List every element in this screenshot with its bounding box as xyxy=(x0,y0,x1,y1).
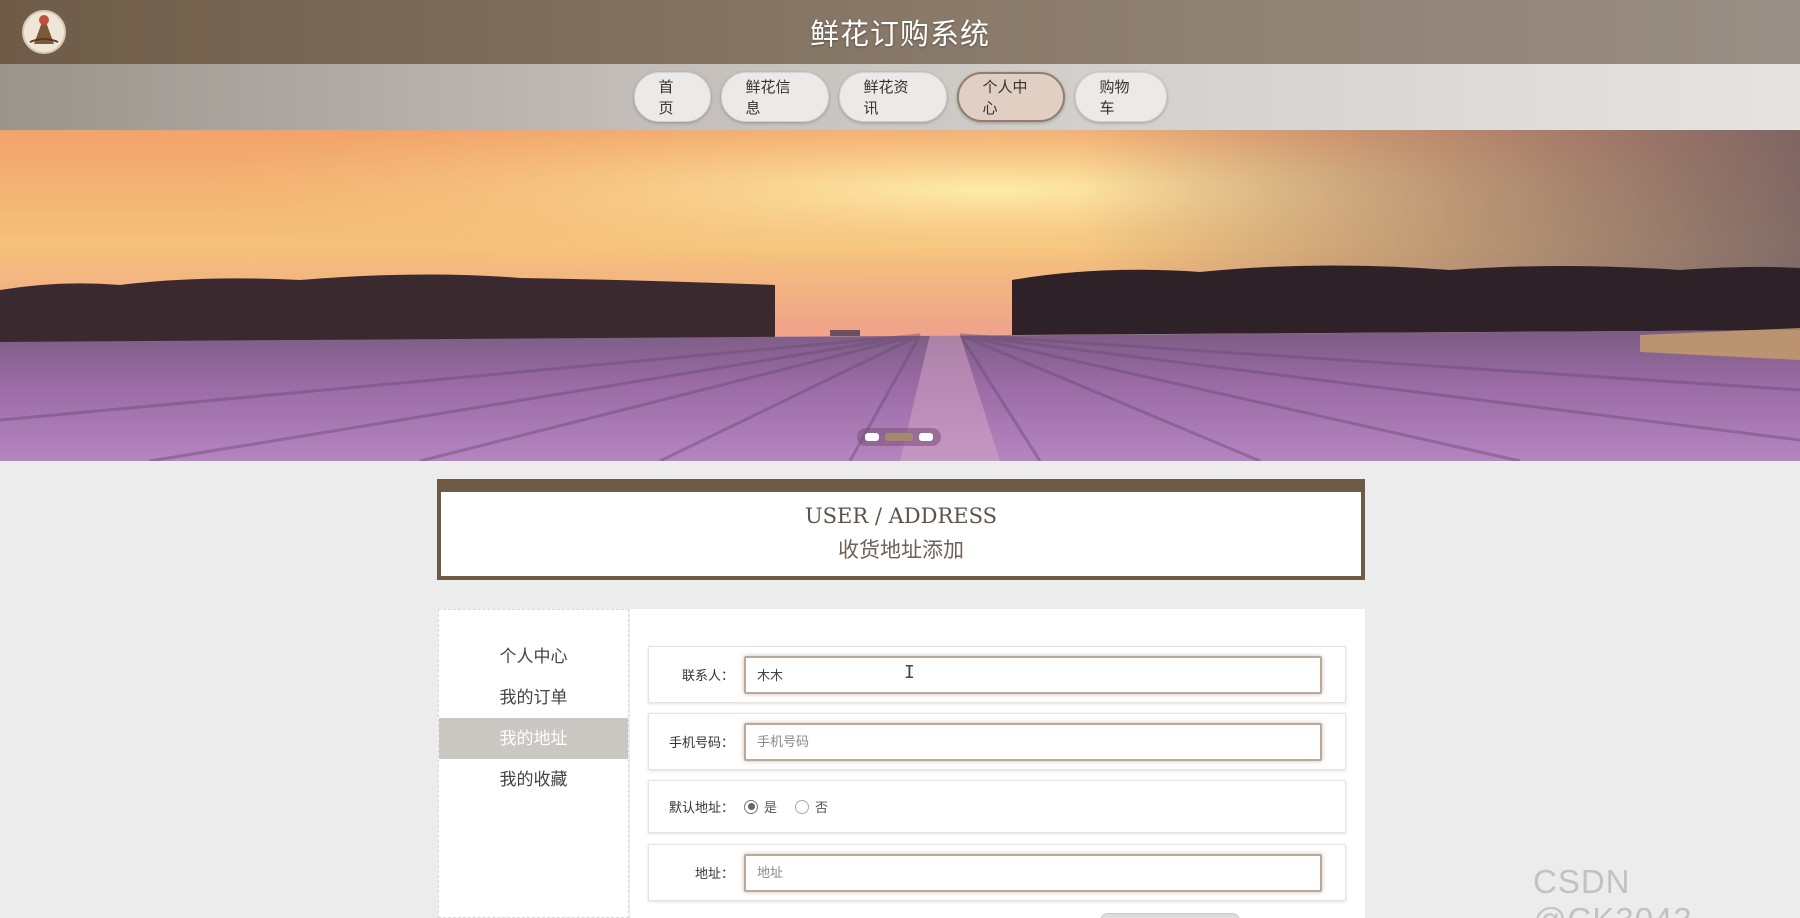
site-title: 鲜花订购系统 xyxy=(809,17,990,51)
carousel-dot-1[interactable] xyxy=(865,433,879,441)
nav-flower-info[interactable]: 鲜花信息 xyxy=(720,72,829,122)
banner-image xyxy=(0,130,1800,461)
contact-label: 联系人： xyxy=(681,668,734,683)
watermark-text: CSDN @CK3043 xyxy=(1533,863,1692,918)
contact-input[interactable] xyxy=(744,655,1322,694)
banner-carousel[interactable] xyxy=(0,130,1800,461)
main-nav: 首页 鲜花信息 鲜花资讯 个人中心 购物车 xyxy=(0,64,1800,130)
default-no-radio[interactable] xyxy=(795,799,810,814)
flower-logo-icon[interactable] xyxy=(18,8,70,56)
default-address-row: 默认地址： 是 否 xyxy=(648,780,1346,833)
text-cursor-icon: I xyxy=(904,662,915,683)
contact-row: 联系人： xyxy=(648,646,1346,703)
address-label: 地址： xyxy=(694,866,734,881)
address-input[interactable] xyxy=(744,853,1322,892)
sidebar-item-my-orders[interactable]: 我的订单 xyxy=(439,677,628,718)
default-address-radio-group: 是 否 xyxy=(744,797,840,816)
phone-row: 手机号码： xyxy=(648,713,1346,770)
address-form: 联系人： 手机号码： 默认地址： 是 否 地址： xyxy=(630,609,1365,918)
sidebar-item-my-favorites[interactable]: 我的收藏 xyxy=(439,759,628,800)
phone-label: 手机号码： xyxy=(668,735,734,750)
sidebar-item-personal-center[interactable]: 个人中心 xyxy=(439,636,628,677)
nav-personal-center[interactable]: 个人中心 xyxy=(956,72,1065,122)
address-row: 地址： xyxy=(648,844,1346,901)
carousel-dot-2[interactable] xyxy=(885,433,913,441)
nav-home[interactable]: 首页 xyxy=(633,72,711,122)
nav-flower-news[interactable]: 鲜花资讯 xyxy=(838,72,947,122)
sidebar-item-my-address[interactable]: 我的地址 xyxy=(439,718,628,759)
header-bar: 鲜花订购系统 xyxy=(0,0,1800,64)
user-sidebar: 个人中心 我的订单 我的地址 我的收藏 xyxy=(438,609,629,918)
section-title-cn: 收货地址添加 xyxy=(838,538,964,562)
nav-cart[interactable]: 购物车 xyxy=(1074,72,1167,122)
phone-input[interactable] xyxy=(744,722,1322,761)
default-yes-radio[interactable] xyxy=(744,799,758,814)
section-title-en: USER / ADDRESS xyxy=(804,504,998,528)
carousel-indicators xyxy=(857,428,941,446)
default-address-label: 默认地址： xyxy=(668,800,734,815)
default-no-label[interactable]: 否 xyxy=(815,797,828,816)
default-yes-label[interactable]: 是 xyxy=(764,797,777,816)
section-title-box: USER / ADDRESS 收货地址添加 xyxy=(437,479,1365,580)
carousel-dot-3[interactable] xyxy=(919,433,933,441)
submit-button[interactable] xyxy=(1100,913,1240,918)
